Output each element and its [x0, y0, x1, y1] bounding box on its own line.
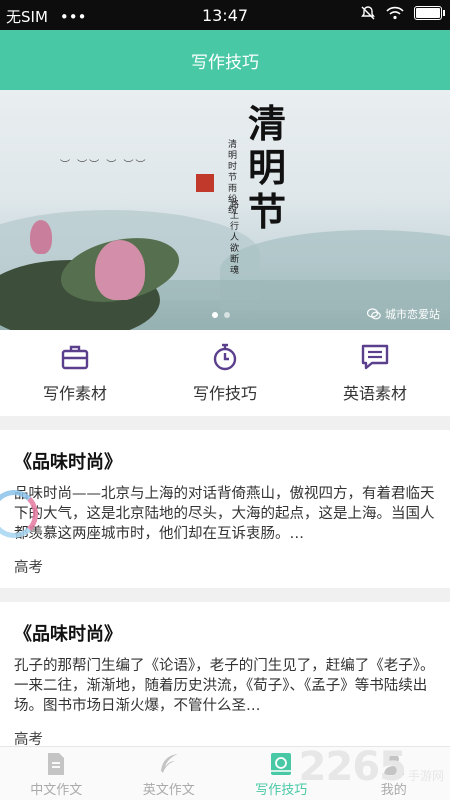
- birds-decoration: ︶ ︶︶ ︶ ︶︶: [60, 160, 148, 171]
- banner-calligraphy: 清明节: [248, 101, 287, 234]
- section-divider: [0, 588, 450, 602]
- banner-watermark: 城市恋爱站: [367, 306, 440, 322]
- wifi-icon: [386, 6, 404, 20]
- section-divider: [0, 416, 450, 430]
- category-label: 写作素材: [42, 384, 107, 403]
- mute-icon: [361, 6, 375, 20]
- wechat-icon: [367, 308, 381, 320]
- article-excerpt: 孔子的那帮门生编了《论语》，老子的门生见了，赶编了《老子》。一来二往，渐渐地，随…: [14, 658, 435, 714]
- tab-chinese-essay[interactable]: 中文作文: [0, 747, 113, 800]
- carousel-indicator: [212, 312, 230, 318]
- briefcase-icon: [61, 345, 89, 370]
- category-english-material[interactable]: 英语素材: [300, 330, 450, 416]
- tab-label: 中文作文: [30, 783, 83, 798]
- brand-watermark-number: 2265: [298, 744, 407, 790]
- seal-icon: [196, 174, 214, 192]
- category-row: 写作素材 写作技巧 英语素材: [0, 330, 450, 416]
- brand-watermark-site: 手游网: [407, 769, 444, 783]
- article-title: 《品味时尚》: [14, 624, 122, 645]
- carousel-dot[interactable]: [224, 312, 230, 318]
- lotus-flower: [95, 240, 145, 300]
- brand-watermark: 2265 手游网: [299, 744, 444, 790]
- book-icon: [271, 753, 292, 775]
- article-card[interactable]: 《品味时尚》 孔子的那帮门生编了《论语》，老子的门生见了，赶编了《老子》。一来二…: [0, 602, 450, 748]
- article-tag: 高考: [14, 560, 43, 576]
- category-label: 英语素材: [342, 384, 407, 403]
- carousel-dot[interactable]: [212, 312, 218, 318]
- status-bar: 无SIM ••• 13:47: [0, 0, 450, 30]
- page-title: 写作技巧: [191, 52, 259, 73]
- category-writing-tips[interactable]: 写作技巧: [150, 330, 300, 416]
- article-title: 《品味时尚》: [14, 452, 122, 473]
- article-excerpt: 品味时尚——北京与上海的对话背倚燕山，傲视四方，有着君临天下的大气，这是北京陆地…: [14, 486, 435, 542]
- category-label: 写作技巧: [192, 384, 257, 403]
- banner-carousel[interactable]: ︶ ︶︶ ︶ ︶︶ 清明时节雨纷纷 路上行人欲断魂 清明节 城市恋爱站: [0, 90, 450, 330]
- lotus-bud: [30, 220, 52, 254]
- battery-icon: [414, 6, 445, 20]
- document-icon: [48, 753, 65, 775]
- tab-english-essay[interactable]: 英文作文: [113, 747, 226, 800]
- stopwatch-icon: [213, 343, 237, 371]
- app-header: 写作技巧: [0, 30, 450, 90]
- category-writing-material[interactable]: 写作素材: [0, 330, 150, 416]
- watermark-text: 城市恋爱站: [385, 308, 440, 321]
- chat-icon: [361, 344, 389, 370]
- tab-label: 英文作文: [142, 783, 195, 798]
- banner-poem-line2: 路上行人欲断魂: [230, 200, 240, 276]
- article-card[interactable]: 《品味时尚》 品味时尚——北京与上海的对话背倚燕山，傲视四方，有着君临天下的大气…: [0, 430, 450, 588]
- feather-icon: [160, 754, 178, 773]
